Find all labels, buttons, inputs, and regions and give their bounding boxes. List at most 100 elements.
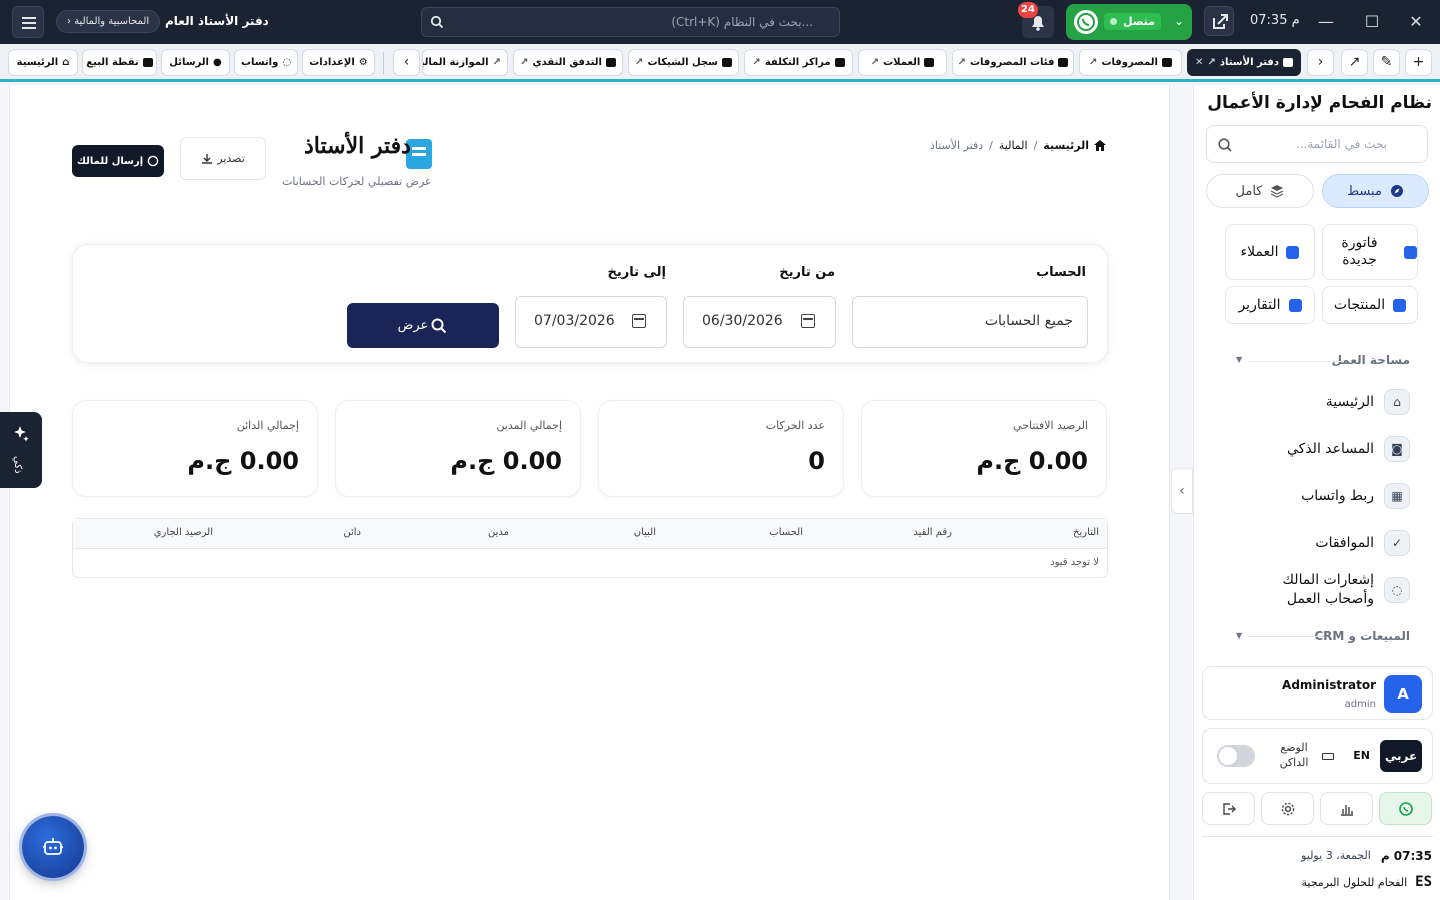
pinned-messages[interactable]: ● الرسائل [161,49,230,76]
breadcrumb-separator: / [989,139,993,152]
mode-simple-label: مبسط [1347,183,1382,199]
chatbot-button[interactable] [22,816,84,878]
tab-label: التدفق النقدي [532,57,602,68]
quick-reports[interactable]: التقارير [1225,286,1315,324]
module-breadcrumb[interactable]: المحاسبية والمالية ‹ [56,10,161,33]
close-tab-icon[interactable]: ✕ [1195,57,1203,68]
export-label: تصدير [217,152,245,165]
logout-icon [1222,802,1236,815]
notification-count-badge: 24 [1018,2,1038,18]
brush-tool-button[interactable]: ✎ [1373,49,1400,76]
language-english-button[interactable]: EN [1353,749,1370,762]
stat-value: 0.00 ج.م [187,447,299,475]
tab-expense-categories[interactable]: فئات المصروفات ↗ [952,49,1074,76]
whatsapp-action-button[interactable] [1379,792,1432,825]
sidebar-item-owner-notifications[interactable]: ◌ إشعارات المالك وأصحاب العمل [1234,571,1410,609]
external-link-icon: ↗ [635,57,644,68]
tab-budget[interactable]: ↗ الموازنة المالية [422,49,508,76]
sidebar: نظام الفحام لإدارة الأعمال بحث في القائم… [1193,85,1440,900]
to-date-input[interactable]: 07/03/2026 [515,296,667,348]
minimize-window-icon[interactable]: — [1316,12,1336,32]
external-link-icon: ↗ [870,57,880,68]
sidebar-search-input[interactable]: بحث في القائمة... [1206,125,1428,163]
sidebar-item-home[interactable]: ⌂ الرئيسية [1234,389,1410,415]
caret-down-icon[interactable]: ▼ [1236,355,1242,364]
maximize-window-icon[interactable]: ☐ [1362,12,1382,32]
tab-cost-centers[interactable]: مراكز التكلفة ↗ [744,49,853,76]
sidebar-clock: 07:35 م الجمعة، 3 يوليو [1301,849,1432,863]
language-arabic-button[interactable]: عربي [1380,740,1422,772]
mode-simple-toggle[interactable]: مبسط [1322,174,1429,208]
page-icon [1282,58,1293,67]
pinned-point-of-sale[interactable]: نقطة البيع [82,49,157,76]
stat-label: إجمالي المدين [496,419,562,432]
page-icon [1058,58,1069,67]
account-select[interactable]: جميع الحسابات [852,296,1088,348]
mode-full-toggle[interactable]: كامل [1206,174,1314,208]
sidebar-item-whatsapp-link[interactable]: ▦ ربط واتساب [1234,483,1410,509]
quick-products[interactable]: المنتجات [1322,286,1418,324]
column-header-description: البيان [633,527,656,538]
show-button[interactable]: عرض [347,303,499,348]
connection-status: متصل [1104,13,1161,30]
stat-label: إجمالي الدائن [236,419,299,432]
section-divider [1248,361,1344,362]
filters-card: الحساب جميع الحسابات من تاريخ 06/30/2026… [72,244,1108,363]
home-icon [1094,140,1106,151]
whatsapp-icon [1074,10,1098,34]
settings-action-button[interactable] [1261,792,1314,825]
tabs-scroll-left-button[interactable]: ‹ [393,49,420,76]
tab-ledger[interactable]: دفتر الأستاذ ↗ ✕ [1187,49,1301,76]
tab-label: فئات المصروفات [969,57,1055,68]
close-window-icon[interactable]: ✕ [1406,12,1426,32]
tab-checks-register[interactable]: سجل الشيكات ↗ [628,49,739,76]
chat-icon: ● [212,57,222,68]
pinned-whatsapp[interactable]: ◌ واتساب [234,49,298,76]
user-card[interactable]: A Administrator admin [1202,666,1433,720]
open-external-tab-button[interactable]: ↗ [1341,49,1368,76]
ai-tab-label: ذكي [12,456,23,474]
tab-cash-flow[interactable]: التدفق النقدي ↗ [513,49,623,76]
open-external-button[interactable] [1204,6,1234,36]
section-sales-crm-title[interactable]: المبيعات و CRM [1314,629,1410,643]
statistics-action-button[interactable] [1320,792,1373,825]
from-date-input[interactable]: 06/30/2026 [683,296,836,348]
pinned-label: واتساب [240,57,279,68]
send-to-owner-button[interactable]: إرسال للمالك [72,145,164,177]
global-search-input[interactable]: ...بحث في النظام (Ctrl+K) [421,7,840,37]
empty-state-text: لا توجد قيود [1050,557,1099,568]
new-tab-button[interactable]: + [1405,49,1432,76]
hamburger-menu-button[interactable] [12,6,44,38]
pinned-settings[interactable]: ⚙ الإعدادات [302,49,375,76]
whatsapp-icon: ◌ [1384,576,1410,603]
tab-label: دفتر الأستاذ [1219,57,1279,68]
whatsapp-connection-button[interactable]: متصل ⌄ [1066,4,1192,40]
section-workspace-title[interactable]: مساحة العمل [1332,353,1410,367]
export-button[interactable]: تصدير [180,137,266,180]
sidebar-item-ai-assistant[interactable]: ◙ المساعد الذكي [1234,436,1410,462]
page-title: دفتر الأستاذ [304,133,411,159]
logout-action-button[interactable] [1202,792,1255,825]
gear-icon: ⚙ [358,57,368,68]
tab-expenses[interactable]: المصروفات ↗ [1079,49,1182,76]
quick-new-invoice[interactable]: فاتورة جديدة [1322,224,1418,280]
quick-customers[interactable]: العملاء [1225,224,1315,280]
dark-mode-toggle[interactable] [1217,745,1255,767]
tab-currencies[interactable]: العملات ↗ [858,49,947,76]
robot-icon: ◙ [1384,436,1410,462]
sidebar-item-approvals[interactable]: ✓ الموافقات [1234,530,1410,556]
breadcrumb-home[interactable]: الرئيسية [1043,139,1107,152]
stat-value: 0 [808,447,825,475]
sidebar-item-label: ربط واتساب [1301,487,1374,504]
collapse-sidebar-button[interactable]: ‹ [1171,468,1193,514]
menu-icon [22,17,36,29]
external-link-icon [1213,14,1228,29]
sidebar-item-label: الموافقات [1315,534,1374,551]
caret-down-icon[interactable]: ▼ [1236,631,1242,640]
show-button-label: عرض [397,318,429,333]
breadcrumb-separator: / [1033,139,1038,152]
ai-assistant-tab[interactable]: ذكي [0,412,42,488]
tabs-scroll-right-button[interactable]: › [1307,49,1334,76]
pinned-home[interactable]: ⌂ الرئيسية [8,49,78,76]
breadcrumb-finance[interactable]: المالية [999,139,1028,152]
